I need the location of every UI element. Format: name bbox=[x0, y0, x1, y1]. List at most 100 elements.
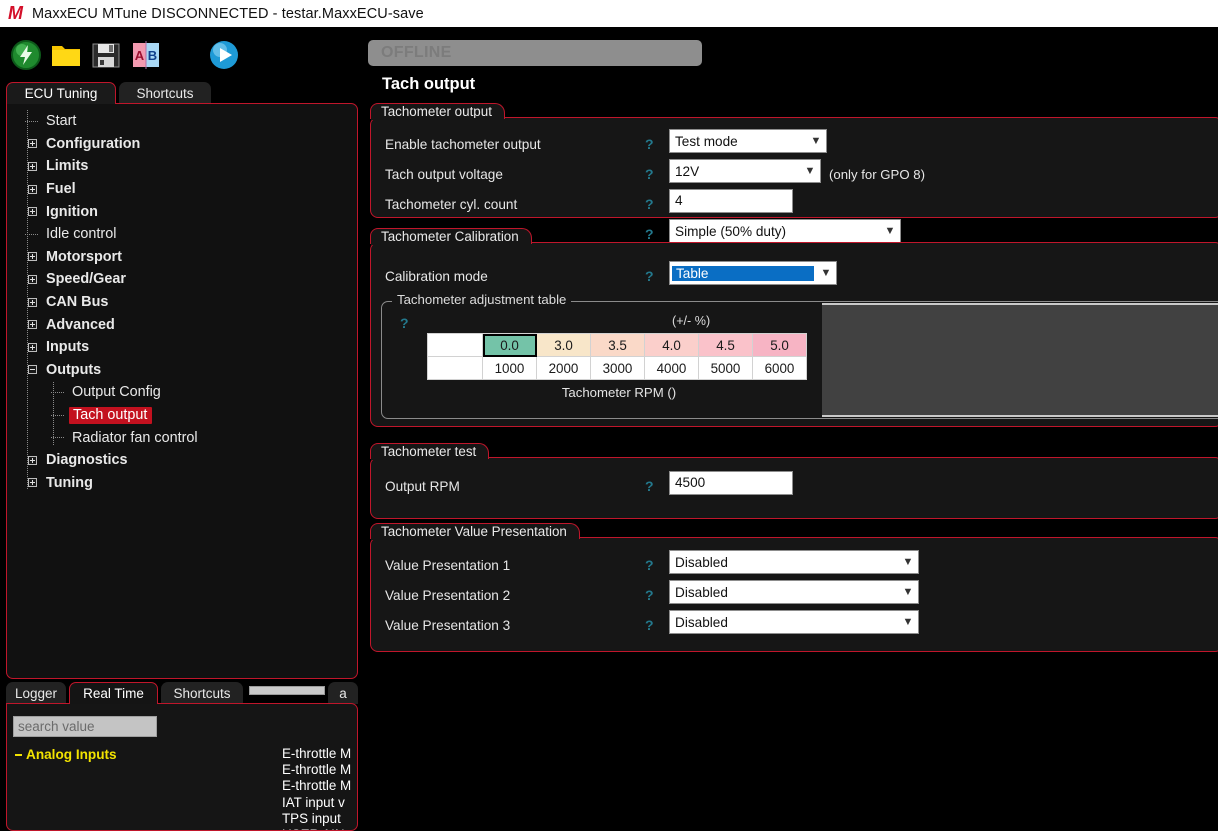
calibration-mode-label: Calibration mode bbox=[385, 268, 488, 284]
expand-icon[interactable] bbox=[21, 291, 43, 313]
expand-icon[interactable] bbox=[21, 472, 43, 494]
tree-item-idle-control[interactable]: Idle control bbox=[21, 223, 357, 246]
tree-item-start[interactable]: Start bbox=[21, 110, 357, 133]
list-item-right[interactable]: E-throttle M bbox=[282, 778, 357, 794]
rpm-cell[interactable]: 3000 bbox=[590, 356, 645, 380]
table-row-rpm: 1000 2000 3000 4000 5000 6000 bbox=[427, 356, 807, 380]
tree-item-limits[interactable]: Limits bbox=[21, 155, 357, 178]
tab-shortcuts-bottom[interactable]: Shortcuts bbox=[161, 682, 243, 704]
tree-leaf-marker[interactable] bbox=[47, 381, 69, 403]
dropdown-value-presentation-3[interactable]: Disabled ▼ bbox=[669, 610, 919, 634]
input-output-rpm[interactable]: 4500 bbox=[669, 471, 793, 495]
open-folder-icon[interactable] bbox=[50, 39, 82, 71]
help-icon[interactable]: ? bbox=[645, 471, 654, 501]
expand-icon[interactable] bbox=[21, 449, 43, 471]
form-row: Value Presentation 1? Disabled ▼ bbox=[371, 550, 1218, 580]
adjust-cell[interactable]: 4.0 bbox=[644, 333, 699, 357]
tree-item-ignition[interactable]: Ignition bbox=[21, 200, 357, 223]
help-icon[interactable]: ? bbox=[645, 261, 654, 291]
tree-item-speed-gear[interactable]: Speed/Gear bbox=[21, 268, 357, 291]
help-icon[interactable]: ? bbox=[645, 159, 654, 189]
tree-leaf-marker[interactable] bbox=[47, 404, 69, 426]
adjust-cell[interactable]: 3.0 bbox=[536, 333, 591, 357]
adjust-cell[interactable]: 0.0 bbox=[482, 333, 537, 357]
help-icon[interactable]: ? bbox=[645, 580, 654, 610]
collapse-icon[interactable] bbox=[21, 359, 43, 381]
expand-icon[interactable] bbox=[21, 268, 43, 290]
tree-item-outputs[interactable]: Outputs bbox=[21, 359, 357, 382]
tree-item-output-config[interactable]: Output Config bbox=[21, 381, 357, 404]
list-item-right[interactable]: E-throttle M bbox=[282, 762, 357, 778]
tab-scrollbar[interactable] bbox=[249, 686, 325, 695]
save-icon[interactable] bbox=[90, 39, 122, 71]
adjustment-table[interactable]: 0.0 3.0 3.5 4.0 4.5 5.0 1000 2000 3000 4000 5000 60… bbox=[427, 333, 807, 380]
compare-ab-icon[interactable]: A B bbox=[130, 39, 162, 71]
help-icon[interactable]: ? bbox=[645, 189, 654, 219]
tree-item-label: Ignition bbox=[46, 203, 98, 220]
adjust-cell[interactable]: 5.0 bbox=[752, 333, 807, 357]
play-icon[interactable] bbox=[208, 39, 240, 71]
tree-item-tuning[interactable]: Tuning bbox=[21, 472, 357, 495]
connect-icon[interactable] bbox=[10, 39, 42, 71]
tree-item-motorsport[interactable]: Motorsport bbox=[21, 246, 357, 269]
panel-caption: Tachometer Value Presentation bbox=[370, 523, 580, 540]
dropdown-tachometer-wave-type[interactable]: Simple (50% duty) ▼ bbox=[669, 219, 901, 243]
expand-icon[interactable] bbox=[21, 246, 43, 268]
panel-caption: Tachometer test bbox=[370, 443, 490, 460]
tree-item-diagnostics[interactable]: Diagnostics bbox=[21, 449, 357, 472]
rpm-cell[interactable]: 5000 bbox=[698, 356, 753, 380]
tachometer-adjustment-table-group: Tachometer adjustment table ? (+/- %) 0.… bbox=[381, 293, 1218, 419]
tab-a[interactable]: a bbox=[328, 682, 358, 704]
help-icon[interactable]: ? bbox=[400, 315, 409, 331]
dropdown-value-presentation-1[interactable]: Disabled ▼ bbox=[669, 550, 919, 574]
input-tachometer-cyl-count[interactable]: 4 bbox=[669, 189, 793, 213]
list-item-right[interactable]: USER AIN bbox=[282, 827, 357, 830]
svg-text:A: A bbox=[135, 48, 145, 63]
tree-item-label: Motorsport bbox=[46, 248, 122, 265]
tree-leaf-marker[interactable] bbox=[21, 110, 43, 132]
table-background-fill bbox=[822, 303, 1218, 417]
help-icon[interactable]: ? bbox=[645, 129, 654, 159]
adjustment-grid[interactable]: 0.0 3.0 3.5 4.0 4.5 5.0 1000 2000 3000 4000 5000 60… bbox=[427, 333, 807, 380]
expand-icon[interactable] bbox=[21, 314, 43, 336]
tree-leaf-marker[interactable] bbox=[47, 427, 69, 449]
expand-icon[interactable] bbox=[21, 201, 43, 223]
adjust-cell[interactable]: 4.5 bbox=[698, 333, 753, 357]
bottom-tab-strip: Logger Real Time Shortcuts a bbox=[6, 682, 358, 704]
tree-item-advanced[interactable]: Advanced bbox=[21, 313, 357, 336]
help-icon[interactable]: ? bbox=[645, 610, 654, 640]
tab-real-time[interactable]: Real Time bbox=[69, 682, 158, 704]
expand-icon[interactable] bbox=[21, 155, 43, 177]
rpm-cell[interactable]: 6000 bbox=[752, 356, 807, 380]
tree-item-tach-output[interactable]: Tach output bbox=[21, 404, 357, 427]
rpm-cell[interactable]: 4000 bbox=[644, 356, 699, 380]
list-item-right[interactable]: E-throttle M bbox=[282, 746, 357, 762]
dropdown-value-presentation-2[interactable]: Disabled ▼ bbox=[669, 580, 919, 604]
tree-item-configuration[interactable]: Configuration bbox=[21, 133, 357, 156]
adjust-cell[interactable]: 3.5 bbox=[590, 333, 645, 357]
chevron-down-icon: ▼ bbox=[804, 165, 816, 177]
tab-shortcuts[interactable]: Shortcuts bbox=[119, 82, 211, 104]
tree-item-inputs[interactable]: Inputs bbox=[21, 336, 357, 359]
tab-ecu-tuning[interactable]: ECU Tuning bbox=[6, 82, 116, 104]
search-input[interactable]: search value bbox=[13, 716, 157, 737]
list-item-right[interactable]: TPS input bbox=[282, 811, 357, 827]
dropdown-tach-output-voltage[interactable]: 12V ▼ bbox=[669, 159, 821, 183]
expand-icon[interactable] bbox=[21, 133, 43, 155]
tree-item-label: Idle control bbox=[46, 226, 117, 243]
expand-icon[interactable] bbox=[21, 336, 43, 358]
rpm-cell[interactable]: 1000 bbox=[482, 356, 537, 380]
calibration-mode-dropdown[interactable]: Table ▼ bbox=[669, 261, 837, 285]
tree-item-label: Speed/Gear bbox=[46, 271, 126, 288]
tree-item-can-bus[interactable]: CAN Bus bbox=[21, 291, 357, 314]
rpm-cell[interactable]: 2000 bbox=[536, 356, 591, 380]
dropdown-enable-tachometer-output[interactable]: Test mode ▼ bbox=[669, 129, 827, 153]
tree-item-radiator-fan-control[interactable]: Radiator fan control bbox=[21, 426, 357, 449]
list-item-right[interactable]: IAT input v bbox=[282, 795, 357, 811]
help-icon[interactable]: ? bbox=[645, 550, 654, 580]
expand-icon[interactable] bbox=[21, 178, 43, 200]
tab-logger[interactable]: Logger bbox=[6, 682, 66, 704]
tree-item-fuel[interactable]: Fuel bbox=[21, 178, 357, 201]
tree-leaf-marker[interactable] bbox=[21, 223, 43, 245]
content-area: OFFLINE Tach output Tachometer output En… bbox=[365, 27, 1218, 831]
